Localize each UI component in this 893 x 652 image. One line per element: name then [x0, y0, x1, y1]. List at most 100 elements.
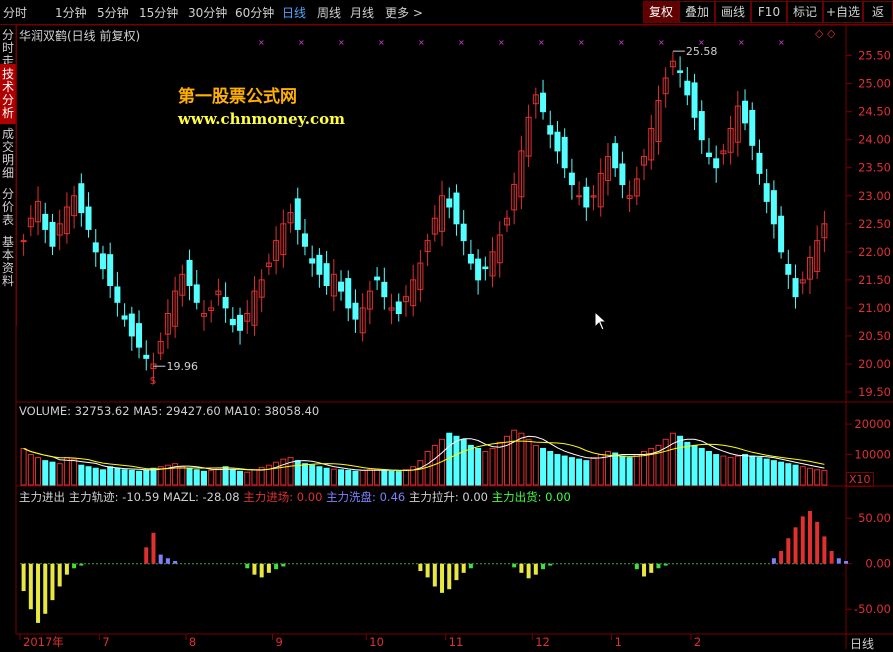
volume-bar [597, 454, 604, 486]
indicator-bar [526, 563, 531, 579]
candle-body [237, 314, 244, 331]
indicator-bar [259, 563, 264, 578]
volume-bar [799, 466, 806, 486]
candle-body [229, 318, 236, 326]
candle-body [770, 190, 777, 225]
signal-marker: × [538, 38, 545, 47]
indicator-bar [844, 560, 849, 564]
volume-bar [720, 455, 727, 486]
indicator-bar [807, 510, 812, 564]
volume-bar [821, 469, 828, 486]
indicator-bar [252, 563, 257, 575]
volume-bar [359, 469, 366, 486]
signal-marker: × [578, 38, 585, 47]
candle-body [136, 323, 143, 348]
candle-body [698, 111, 705, 141]
volume-bar [734, 455, 741, 486]
candle-body [128, 313, 135, 337]
indicator-bar [158, 554, 163, 564]
volume-bar [792, 464, 799, 486]
volume-bar [402, 469, 409, 486]
signal-marker: × [778, 38, 785, 47]
volume-bar [756, 457, 763, 486]
volume-bar [229, 469, 236, 486]
candle-body [143, 354, 150, 359]
volume-bar [467, 444, 474, 486]
indicator-track: 主力轨迹: -10.59 [68, 490, 160, 504]
volume-bar [770, 460, 777, 486]
indicator-bars [20, 510, 852, 623]
volume-bar [301, 463, 308, 486]
indicator-bar [800, 516, 805, 564]
volume-bar [698, 447, 705, 486]
y-axis-labels: 19.50 20.00 20.50 21.00 21.50 22.00 22.50 23.00… [854, 49, 891, 617]
indicator-bar [64, 563, 69, 575]
indicator-bar [512, 563, 517, 568]
diamond-icon[interactable]: ◇ ◇ [815, 27, 835, 40]
volume-bar [669, 432, 676, 486]
high-annotation: 25.58 [686, 45, 718, 58]
candle-body [78, 183, 85, 214]
x-month-label: 10 [369, 635, 384, 649]
volume-bar [583, 460, 590, 486]
indicator-name: 主力进出 [19, 490, 65, 504]
indicator-bar [519, 563, 524, 573]
x-month-label: 1 [615, 635, 622, 649]
indicator-bar [43, 563, 48, 614]
candle-body [453, 192, 460, 225]
volume-bar [424, 451, 431, 486]
price-tick-label: 23.00 [858, 189, 891, 203]
indicator-bar [36, 563, 41, 623]
volume-bar [186, 467, 193, 486]
volume-bar [496, 441, 503, 486]
x-month-label: 12 [535, 635, 550, 649]
x-month-label: 2 [694, 635, 701, 649]
signal-marker: × [418, 38, 425, 47]
volume-bar [237, 470, 244, 486]
candle-body [568, 172, 575, 186]
price-tick-label: 25.00 [858, 77, 891, 91]
candle-body [193, 284, 200, 303]
stock-chart[interactable]: × × × × × × × × × × × × × × 2017年 7 8 9 10 11 12 1 2 19.5020.… [0, 0, 893, 649]
indicator-bar [822, 536, 827, 564]
period-label[interactable]: 日线 [850, 635, 874, 652]
candle-body [309, 258, 316, 264]
candle-body [756, 152, 763, 174]
volume-tick-label: 10000 [854, 448, 891, 462]
volume-bar [143, 469, 150, 486]
volume-bar [568, 457, 575, 486]
candle-body [446, 198, 453, 208]
indicator-bar [245, 563, 250, 569]
signal-marker: × [378, 38, 385, 47]
candle-body [785, 264, 792, 275]
volume-tick-label: 20000 [854, 417, 891, 431]
volume-bar [785, 463, 792, 486]
volume-bar [273, 461, 280, 486]
indicator-bar [548, 563, 553, 566]
candle-body [99, 253, 106, 270]
volume-bar [417, 460, 424, 486]
indicator-bar [793, 527, 798, 564]
volume-bar [778, 461, 785, 486]
price-tick-label: 21.50 [858, 273, 891, 287]
signal-marker: × [658, 38, 665, 47]
volume-bar [511, 429, 518, 486]
volume-bar [633, 454, 640, 486]
indicator-wash: 主力洗盘: 0.46 [326, 490, 406, 504]
volume-bar [806, 467, 813, 486]
candle-body [301, 233, 308, 247]
indicator-bar [418, 563, 423, 572]
candle-body [395, 301, 402, 315]
watermark-name: 第一股票公式网 [178, 87, 297, 107]
x-month-label: 11 [449, 635, 464, 649]
indicator-bar [642, 563, 647, 577]
volume-bar [662, 438, 669, 486]
volume-bar [309, 464, 316, 486]
volume-bar [193, 469, 200, 486]
volume-bar [532, 444, 539, 486]
indicator-bar [21, 563, 26, 592]
indicator-bar [829, 550, 834, 564]
volume-unit: X10 [846, 472, 874, 487]
indicator-bar [541, 563, 546, 570]
indicator-bar [151, 532, 156, 564]
